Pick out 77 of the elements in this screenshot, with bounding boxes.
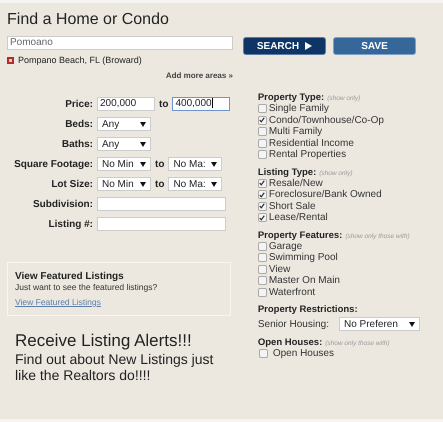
- max-price-field[interactable]: 400,000: [172, 97, 230, 111]
- checkbox[interactable]: [258, 349, 268, 358]
- page-title: Find a Home or Condo: [7, 11, 170, 29]
- group-heading: Property Features:: [258, 230, 342, 240]
- checkbox[interactable]: [258, 276, 267, 286]
- min-dropdown[interactable]: No Min: [97, 177, 151, 191]
- field-label: Lot Size:: [50, 178, 93, 190]
- checkbox-label: View: [268, 264, 290, 275]
- checkbox-label: Lease/Rental: [268, 212, 328, 224]
- text-field[interactable]: [97, 197, 226, 211]
- checkbox[interactable]: [258, 190, 267, 200]
- group-heading: Open Houses:: [258, 337, 322, 348]
- save-button[interactable]: SAVE: [333, 37, 416, 55]
- checkbox-label: Resale/New: [268, 178, 323, 189]
- checkbox-label: Open Houses: [272, 348, 334, 360]
- caret-icon: [140, 182, 146, 186]
- checkbox[interactable]: [258, 202, 267, 211]
- group-heading: Property Type:: [258, 92, 324, 103]
- checkbox-label: Master On Main: [268, 275, 340, 286]
- featured-text: Just want to see the featured listings?: [15, 282, 158, 292]
- caret-icon: [409, 322, 415, 326]
- checkbox-label: Condo/Townhouse/Co-Op: [268, 114, 384, 126]
- min-price-field[interactable]: 200,000: [97, 97, 155, 111]
- checkbox[interactable]: [258, 264, 267, 274]
- checkbox[interactable]: [258, 138, 267, 148]
- checkbox[interactable]: [258, 150, 267, 160]
- field-label: Senior Housing:: [258, 318, 329, 330]
- max-dropdown[interactable]: No Ma:: [168, 157, 222, 171]
- play-icon: [305, 42, 312, 50]
- caret-icon: [140, 142, 146, 146]
- checkbox[interactable]: [258, 127, 267, 136]
- checkbox-label: Garage: [268, 240, 302, 252]
- checkbox-label: Residential Income: [268, 138, 354, 149]
- field-label: Baths:: [60, 138, 93, 150]
- field-label: Beds:: [64, 118, 93, 130]
- search-button[interactable]: SEARCH: [243, 37, 326, 55]
- caret-icon: [211, 182, 218, 186]
- field-label: Square Footage:: [13, 158, 93, 170]
- checkbox[interactable]: [258, 288, 267, 297]
- to-label: to: [159, 98, 168, 110]
- alerts-text: Find out about New Listings just like the Realtors do!!!!: [15, 351, 214, 383]
- text-field[interactable]: [97, 217, 226, 231]
- dropdown[interactable]: No Preferen: [339, 317, 420, 331]
- alerts-headline: Receive Listing Alerts!!!: [15, 331, 193, 351]
- to-label: to: [155, 178, 164, 190]
- max-dropdown[interactable]: No Ma:: [168, 177, 222, 191]
- group-heading: Listing Type:: [258, 166, 316, 178]
- caret-icon: [140, 162, 146, 166]
- min-dropdown[interactable]: No Min: [97, 157, 151, 171]
- featured-listings-link[interactable]: View Featured Listings: [15, 297, 101, 307]
- caret-icon: [140, 122, 146, 126]
- to-label: to: [155, 158, 164, 170]
- group-heading: Property Restrictions:: [258, 304, 358, 315]
- checkbox[interactable]: [258, 116, 267, 125]
- field-label: Subdivision:: [32, 198, 93, 210]
- checkbox-label: Foreclosure/Bank Owned: [268, 189, 382, 200]
- checkbox[interactable]: [258, 213, 267, 222]
- checkbox[interactable]: [258, 104, 267, 114]
- dropdown[interactable]: Any: [97, 117, 151, 131]
- checkbox-label: Waterfront: [268, 286, 316, 298]
- field-label: Price:: [64, 98, 93, 110]
- checkbox[interactable]: [258, 253, 267, 262]
- caret-icon: [211, 162, 218, 166]
- add-more-areas-link[interactable]: Add more areas »: [166, 71, 233, 80]
- location-field[interactable]: Pomoano: [7, 36, 233, 50]
- checkbox-label: Swimming Pool: [268, 252, 338, 264]
- checkbox[interactable]: [258, 178, 267, 188]
- remove-icon[interactable]: [7, 56, 14, 64]
- checkbox-label: Rental Properties: [268, 149, 346, 160]
- selected-area: Pompano Beach, FL (Broward): [18, 55, 142, 65]
- field-label: Listing #:: [48, 218, 93, 230]
- checkbox-label: Short Sale: [268, 200, 316, 212]
- dropdown[interactable]: Any: [97, 137, 151, 151]
- featured-title: View Featured Listings: [15, 271, 125, 282]
- checkbox[interactable]: [258, 242, 267, 251]
- checkbox-label: Multi Family: [268, 126, 322, 138]
- checkbox-label: Single Family: [268, 103, 329, 114]
